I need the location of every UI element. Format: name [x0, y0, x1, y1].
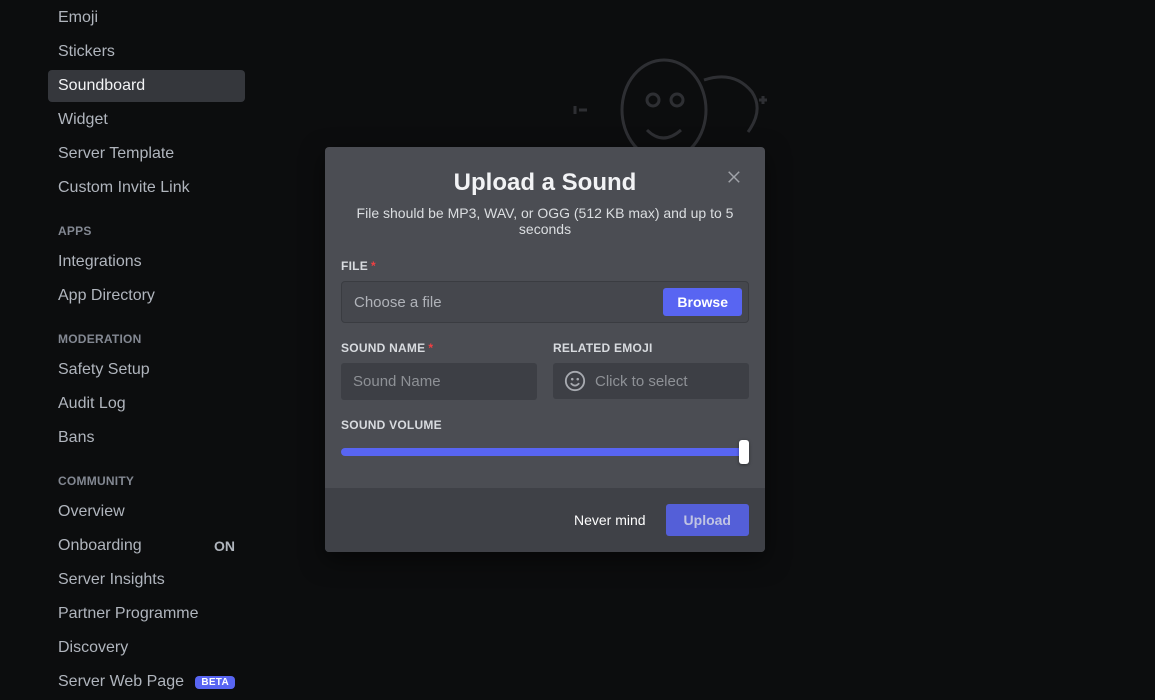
volume-slider[interactable] — [341, 440, 749, 464]
browse-button[interactable]: Browse — [663, 288, 742, 316]
emoji-picker[interactable]: Click to select — [553, 363, 749, 399]
close-icon — [726, 168, 744, 186]
sound-name-input[interactable] — [341, 363, 537, 400]
modal-subtitle: File should be MP3, WAV, or OGG (512 KB … — [345, 205, 745, 237]
close-button[interactable] — [723, 165, 747, 189]
sound-name-label: SOUND NAME* — [341, 341, 537, 355]
nevermind-button[interactable]: Never mind — [574, 512, 646, 528]
file-placeholder: Choose a file — [354, 294, 663, 311]
modal-body: FILE* Choose a file Browse SOUND NAME* R… — [325, 247, 765, 488]
file-label: FILE* — [341, 259, 749, 273]
emoji-placeholder: Click to select — [595, 373, 688, 390]
volume-label: SOUND VOLUME — [341, 418, 749, 432]
upload-sound-modal: Upload a Sound File should be MP3, WAV, … — [325, 147, 765, 552]
file-picker-row: Choose a file Browse — [341, 281, 749, 323]
upload-button[interactable]: Upload — [666, 504, 749, 536]
related-emoji-label: RELATED EMOJI — [553, 341, 749, 355]
modal-title: Upload a Sound — [345, 169, 745, 197]
slider-thumb[interactable] — [739, 440, 749, 464]
modal-footer: Never mind Upload — [325, 488, 765, 552]
modal-overlay: Upload a Sound File should be MP3, WAV, … — [0, 0, 1155, 700]
modal-header: Upload a Sound File should be MP3, WAV, … — [325, 147, 765, 247]
slider-track — [341, 448, 749, 456]
smiley-icon — [563, 369, 587, 393]
